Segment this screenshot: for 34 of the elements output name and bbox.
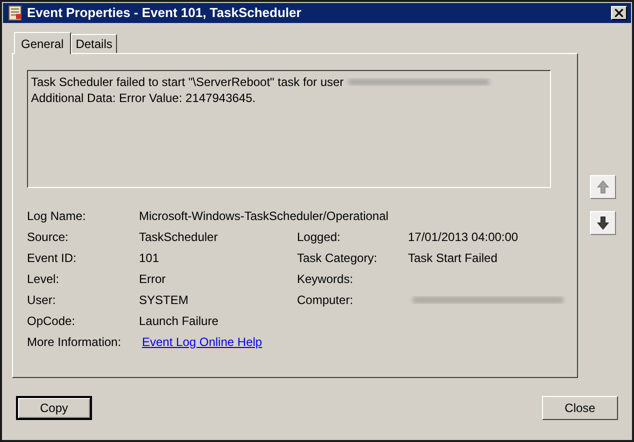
close-icon — [615, 9, 623, 17]
field-label: Keywords: — [297, 270, 354, 288]
field-label: Level: — [27, 270, 60, 288]
help-link[interactable]: Event Log Online Help — [142, 332, 262, 350]
field-label: Source: — [27, 228, 70, 246]
field-label: Task Category: — [297, 250, 378, 266]
message-text: Additional Data: Error Value: 2147943645. — [31, 90, 256, 106]
field-value: Error — [139, 270, 167, 288]
field-value: 101 — [139, 250, 160, 266]
event-log-icon — [7, 5, 23, 21]
close-button[interactable]: Close — [542, 396, 618, 420]
field-label: Logged: — [297, 228, 342, 246]
field-value: Task Start Failed — [408, 250, 498, 266]
field-value: 17/01/2013 04:00:00 — [408, 228, 518, 246]
field-label: User: — [27, 292, 57, 308]
field-value: Microsoft-Windows-TaskScheduler/Operational — [139, 208, 388, 224]
close-window-button[interactable] — [611, 6, 627, 20]
field-value: SYSTEM — [139, 292, 190, 308]
field-label: Event ID: — [27, 250, 78, 266]
field-label: OpCode: — [27, 312, 76, 330]
field-label: Log Name: — [27, 208, 87, 224]
down-arrow-icon — [597, 216, 609, 230]
field-value: TaskScheduler — [139, 228, 219, 246]
field-value: Launch Failure — [139, 312, 218, 330]
message-text: Task Scheduler failed to start "\ServerReboot" task for user — [31, 74, 344, 90]
up-arrow-icon — [597, 180, 609, 194]
tab[interactable]: Details — [70, 34, 118, 53]
move-up-button[interactable] — [590, 175, 616, 199]
move-down-button[interactable] — [590, 211, 616, 235]
tab[interactable]: General — [14, 32, 71, 54]
field-label: Computer: — [297, 292, 354, 308]
window-title: Event Properties - Event 101, TaskScheduler — [27, 4, 302, 22]
field-label: More Information: — [27, 334, 122, 350]
copy-button[interactable]: Copy — [16, 396, 92, 420]
